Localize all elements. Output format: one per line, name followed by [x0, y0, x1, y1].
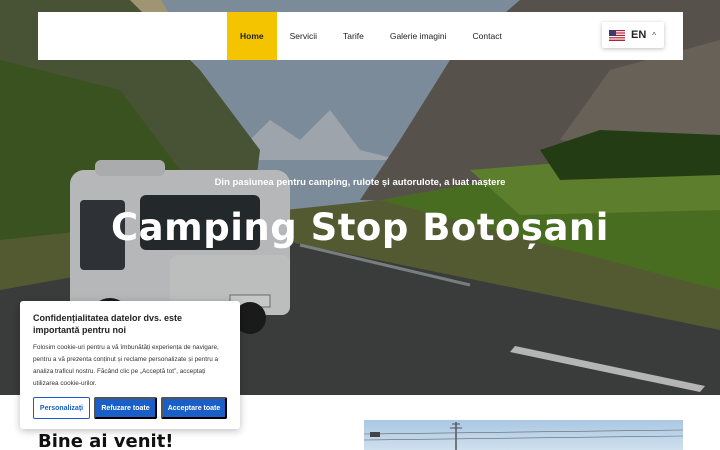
nav-item-tarife[interactable]: Tarife	[330, 12, 377, 60]
accept-all-cookies-button[interactable]: Acceptare toate	[161, 397, 227, 419]
top-navbar: Home Servicii Tarife Galerie imagini Con…	[38, 12, 683, 60]
nav-item-galerie-imagini[interactable]: Galerie imagini	[377, 12, 460, 60]
chevron-up-icon: ^	[652, 30, 657, 40]
cookie-banner-title: Confidențialitatea datelor dvs. este imp…	[33, 313, 183, 335]
language-switcher[interactable]: EN ^	[602, 22, 664, 48]
cookie-button-group: Personalizați Refuzare toate Acceptare t…	[33, 397, 227, 419]
cookie-consent-banner: Confidențialitatea datelor dvs. este imp…	[20, 301, 240, 429]
hero-title: Camping Stop Botoșani	[111, 206, 609, 249]
cookie-banner-text: Folosim cookie-uri pentru a vă îmbunătăț…	[33, 344, 219, 387]
nav-menu: Home Servicii Tarife Galerie imagini Con…	[227, 12, 515, 60]
customize-cookies-button[interactable]: Personalizați	[33, 397, 90, 419]
nav-item-servicii[interactable]: Servicii	[277, 12, 330, 60]
language-code: EN	[631, 29, 647, 41]
power-line-image	[364, 422, 683, 450]
hero-tagline: Din pasiunea pentru camping, rulote și a…	[214, 177, 506, 188]
us-flag-icon	[609, 29, 625, 41]
reject-all-cookies-button[interactable]: Refuzare toate	[94, 397, 157, 419]
welcome-heading: Bine ai venit!	[38, 431, 174, 450]
nav-item-contact[interactable]: Contact	[460, 12, 515, 60]
nav-item-home[interactable]: Home	[227, 12, 277, 60]
content-image	[364, 420, 683, 450]
